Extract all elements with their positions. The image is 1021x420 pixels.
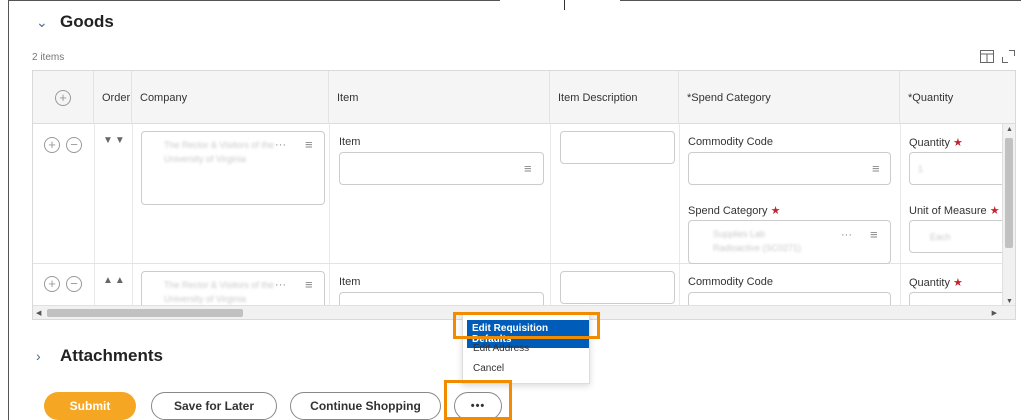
- chevron-down-icon[interactable]: ⌄: [36, 14, 48, 31]
- commodity-code-label: Commodity Code: [688, 136, 773, 148]
- list-icon[interactable]: ≡: [870, 227, 878, 242]
- menu-item-cancel[interactable]: Cancel: [473, 363, 504, 374]
- company-value: The Rector & Visitors of the University …: [164, 140, 274, 164]
- spend-category-value: Supplies Lab Radioactive (SC0271): [713, 229, 802, 253]
- expand-icon[interactable]: [1002, 50, 1015, 63]
- spend-category-selector[interactable]: Supplies Lab Radioactive (SC0271) ··· ≡: [688, 220, 891, 264]
- header-spend-category: *Spend Category: [679, 71, 900, 124]
- grid-toolbar: [980, 50, 1015, 63]
- vertical-scroll-thumb[interactable]: [1005, 138, 1013, 248]
- columns-icon[interactable]: [980, 50, 994, 63]
- highlight-box: [453, 312, 600, 339]
- scroll-right-icon[interactable]: ▶: [992, 309, 997, 317]
- list-icon[interactable]: ≡: [305, 137, 313, 152]
- list-icon[interactable]: ≡: [524, 161, 532, 176]
- more-icon[interactable]: ···: [841, 229, 852, 241]
- more-icon[interactable]: ···: [275, 279, 286, 291]
- item-description-input[interactable]: [560, 131, 675, 164]
- tab-marker: [564, 0, 565, 10]
- table-header: + Order Company Item Item Description *S…: [33, 71, 1015, 124]
- save-for-later-button[interactable]: Save for Later: [151, 392, 277, 420]
- move-up-icon[interactable]: ▲▲: [103, 275, 127, 286]
- commodity-code-label: Commodity Code: [688, 276, 773, 288]
- horizontal-scroll-thumb[interactable]: [47, 309, 243, 317]
- tab-gap: [500, 0, 620, 2]
- item-input[interactable]: ≡: [339, 152, 544, 185]
- header-item-description: Item Description: [550, 71, 679, 124]
- item-label: Item: [339, 136, 361, 148]
- submit-button[interactable]: Submit: [44, 392, 136, 420]
- goods-section-header[interactable]: ⌄ Goods: [36, 12, 114, 32]
- item-description-input[interactable]: [560, 271, 675, 304]
- list-icon[interactable]: ≡: [872, 161, 880, 176]
- header-quantity: *Quantity: [908, 91, 954, 104]
- list-icon[interactable]: ≡: [305, 277, 313, 292]
- goods-table: + Order Company Item Item Description *S…: [32, 70, 1016, 320]
- quantity-label: Quantity ★: [909, 277, 963, 289]
- menu-item-edit-address[interactable]: Edit Address: [473, 343, 529, 354]
- quantity-input[interactable]: 1: [909, 152, 1015, 185]
- quantity-label: Quantity ★: [909, 137, 963, 149]
- header-order: Order: [94, 71, 132, 124]
- unit-of-measure-selector[interactable]: Each: [909, 220, 1015, 253]
- commodity-code-input[interactable]: ≡: [688, 152, 891, 185]
- company-selector[interactable]: The Rector & Visitors of the University …: [141, 131, 325, 205]
- attachments-section-header[interactable]: › Attachments: [36, 346, 163, 366]
- continue-shopping-button[interactable]: Continue Shopping: [290, 392, 441, 420]
- scroll-left-icon[interactable]: ◀: [36, 309, 41, 317]
- attachments-title: Attachments: [60, 346, 163, 365]
- remove-row-icon[interactable]: −: [66, 276, 82, 292]
- scroll-down-icon[interactable]: ▼: [1006, 298, 1013, 305]
- spend-category-label: Spend Category ★: [688, 205, 781, 217]
- header-company: Company: [132, 71, 329, 124]
- more-icon[interactable]: ···: [275, 139, 286, 151]
- add-row-icon[interactable]: +: [44, 276, 60, 292]
- move-down-icon[interactable]: ▼▼: [103, 135, 127, 146]
- add-row-icon[interactable]: +: [44, 137, 60, 153]
- header-add-cell: +: [33, 71, 94, 124]
- vertical-scrollbar[interactable]: ▲ ▼: [1002, 124, 1015, 307]
- highlight-box: [444, 380, 512, 420]
- header-item: Item: [329, 71, 550, 124]
- scroll-up-icon[interactable]: ▲: [1006, 126, 1013, 133]
- remove-row-icon[interactable]: −: [66, 137, 82, 153]
- add-row-icon[interactable]: +: [55, 89, 71, 106]
- company-value: The Rector & Visitors of the University …: [164, 280, 274, 304]
- table-row: + − ▼▼ The Rector & Visitors of the Univ…: [33, 124, 1015, 264]
- item-label: Item: [339, 276, 361, 288]
- goods-title: Goods: [60, 12, 114, 31]
- unit-of-measure-label: Unit of Measure ★: [909, 205, 1000, 217]
- item-count: 2 items: [32, 52, 65, 63]
- chevron-right-icon[interactable]: ›: [36, 348, 48, 364]
